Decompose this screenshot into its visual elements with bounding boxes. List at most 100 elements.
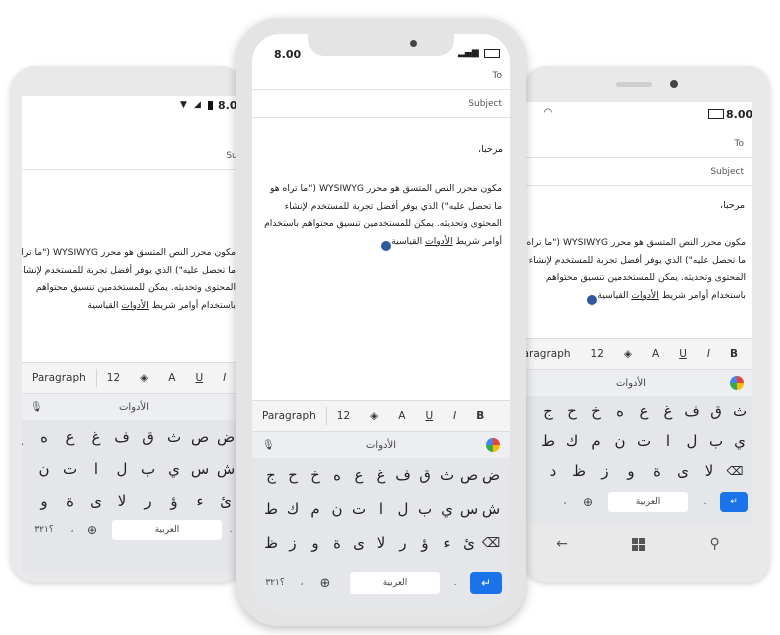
key[interactable]: ب — [704, 426, 728, 456]
underline-button[interactable]: U — [185, 368, 213, 388]
key[interactable]: ع — [348, 460, 370, 490]
key[interactable]: غ — [83, 422, 109, 452]
search-icon[interactable]: ⚲ — [710, 536, 720, 552]
key[interactable]: ي — [436, 494, 458, 524]
underline-button[interactable]: U — [669, 344, 697, 364]
key[interactable]: س — [187, 454, 213, 484]
key[interactable]: ص — [458, 460, 480, 490]
key[interactable]: ت — [348, 494, 370, 524]
key[interactable]: ب — [414, 494, 436, 524]
email-body[interactable]: مكون محرر النص المتسق هو محرر WYSIWYG ("… — [22, 244, 236, 314]
key[interactable]: ي — [728, 426, 752, 456]
key[interactable]: ح — [560, 396, 584, 426]
to-field[interactable]: To — [252, 62, 510, 90]
underline-button[interactable]: U — [415, 406, 443, 426]
key[interactable]: ز — [282, 528, 304, 558]
globe-icon[interactable]: ⊕ — [84, 520, 100, 540]
link-text[interactable]: الأدوات — [425, 236, 453, 247]
italic-button[interactable]: I — [443, 406, 466, 426]
key[interactable]: ى — [83, 486, 109, 516]
key[interactable]: ث — [161, 422, 187, 452]
key[interactable]: ه — [31, 422, 57, 452]
key[interactable]: و — [618, 456, 644, 486]
suggestion-word[interactable]: الأدوات — [119, 402, 149, 413]
email-body[interactable]: مكون محرر النص المتسق هو محرر WYSIWYG ("… — [524, 234, 746, 305]
key[interactable]: ش — [480, 494, 502, 524]
key[interactable]: ؤ — [161, 486, 187, 516]
key[interactable]: ط — [260, 494, 282, 524]
paint-bucket-icon[interactable]: ◈ — [360, 406, 388, 426]
key[interactable]: ﻻ — [370, 528, 392, 558]
google-icon[interactable] — [730, 376, 744, 390]
paragraph-button[interactable]: Paragraph — [524, 344, 581, 364]
key[interactable]: ل — [392, 494, 414, 524]
space-key[interactable]: العربية — [350, 572, 440, 594]
key[interactable]: ر — [392, 528, 414, 558]
key[interactable]: م — [304, 494, 326, 524]
windows-start-icon[interactable] — [632, 537, 646, 551]
key[interactable]: ا — [370, 494, 392, 524]
key[interactable]: ا — [83, 454, 109, 484]
key[interactable]: ظ — [260, 528, 282, 558]
key[interactable]: ن — [326, 494, 348, 524]
key[interactable]: ق — [414, 460, 436, 490]
key[interactable]: ا — [656, 426, 680, 456]
key[interactable]: غ — [656, 396, 680, 426]
key[interactable]: ؤ — [414, 528, 436, 558]
font-size-button[interactable]: 12 — [97, 368, 130, 388]
selection-handle[interactable] — [381, 241, 392, 251]
key[interactable]: ز — [592, 456, 618, 486]
key[interactable]: ئ — [458, 528, 480, 558]
space-key[interactable]: العربية — [608, 492, 688, 512]
key[interactable]: ء — [187, 486, 213, 516]
key[interactable]: ف — [392, 460, 414, 490]
key[interactable]: ي — [161, 454, 187, 484]
key[interactable]: ه — [608, 396, 632, 426]
subject-field[interactable]: Subject — [252, 90, 510, 118]
google-icon[interactable] — [486, 438, 500, 452]
key[interactable]: خ — [584, 396, 608, 426]
key[interactable]: ى — [670, 456, 696, 486]
enter-key[interactable]: ↵ — [470, 572, 502, 594]
greeting-text[interactable]: مرحبا، — [720, 200, 745, 211]
font-color-button[interactable]: A — [388, 406, 415, 426]
key[interactable]: ث — [436, 460, 458, 490]
key[interactable]: ت — [57, 454, 83, 484]
key[interactable]: ظ — [566, 456, 592, 486]
italic-button[interactable]: I — [213, 368, 236, 388]
subject-field[interactable]: Subject — [524, 158, 752, 186]
suggestion-word[interactable]: الأدوات — [366, 440, 396, 451]
key[interactable]: ح — [282, 460, 304, 490]
enter-key[interactable]: ↵ — [720, 492, 748, 512]
key[interactable]: ت — [632, 426, 656, 456]
period-key[interactable]: . — [226, 520, 236, 540]
email-body[interactable]: مكون محرر النص المتسق هو محرر WYSIWYG ("… — [260, 180, 502, 251]
key[interactable]: ﻻ — [109, 486, 135, 516]
space-key[interactable]: العربية — [112, 520, 222, 540]
font-color-button[interactable]: A — [642, 344, 669, 364]
key[interactable]: ء — [436, 528, 458, 558]
suggestion-word[interactable]: الأدوات — [616, 378, 646, 389]
key[interactable]: ر — [135, 486, 161, 516]
key[interactable]: د — [540, 456, 566, 486]
key[interactable]: و — [31, 486, 57, 516]
key[interactable]: ن — [31, 454, 57, 484]
key[interactable]: ل — [680, 426, 704, 456]
paragraph-button[interactable]: Paragraph — [252, 406, 326, 426]
key[interactable]: ض — [480, 460, 502, 490]
key[interactable]: ﻻ — [696, 456, 722, 486]
globe-icon[interactable]: ⊕ — [580, 492, 596, 512]
mic-icon[interactable]: 🎙 — [30, 402, 43, 413]
period-key[interactable]: . — [700, 492, 710, 512]
key[interactable]: ع — [57, 422, 83, 452]
font-size-button[interactable]: 12 — [327, 406, 360, 426]
key[interactable]: ز — [22, 486, 31, 516]
comma-key[interactable]: ، — [560, 492, 570, 512]
link-text[interactable]: الأدوات — [631, 290, 659, 301]
backspace-icon[interactable]: ⌫ — [480, 528, 502, 558]
key[interactable]: ف — [109, 422, 135, 452]
key[interactable]: ط — [536, 426, 560, 456]
globe-icon[interactable]: ⊕ — [316, 570, 334, 596]
key[interactable]: ص — [187, 422, 213, 452]
bold-button[interactable]: B — [720, 344, 748, 364]
